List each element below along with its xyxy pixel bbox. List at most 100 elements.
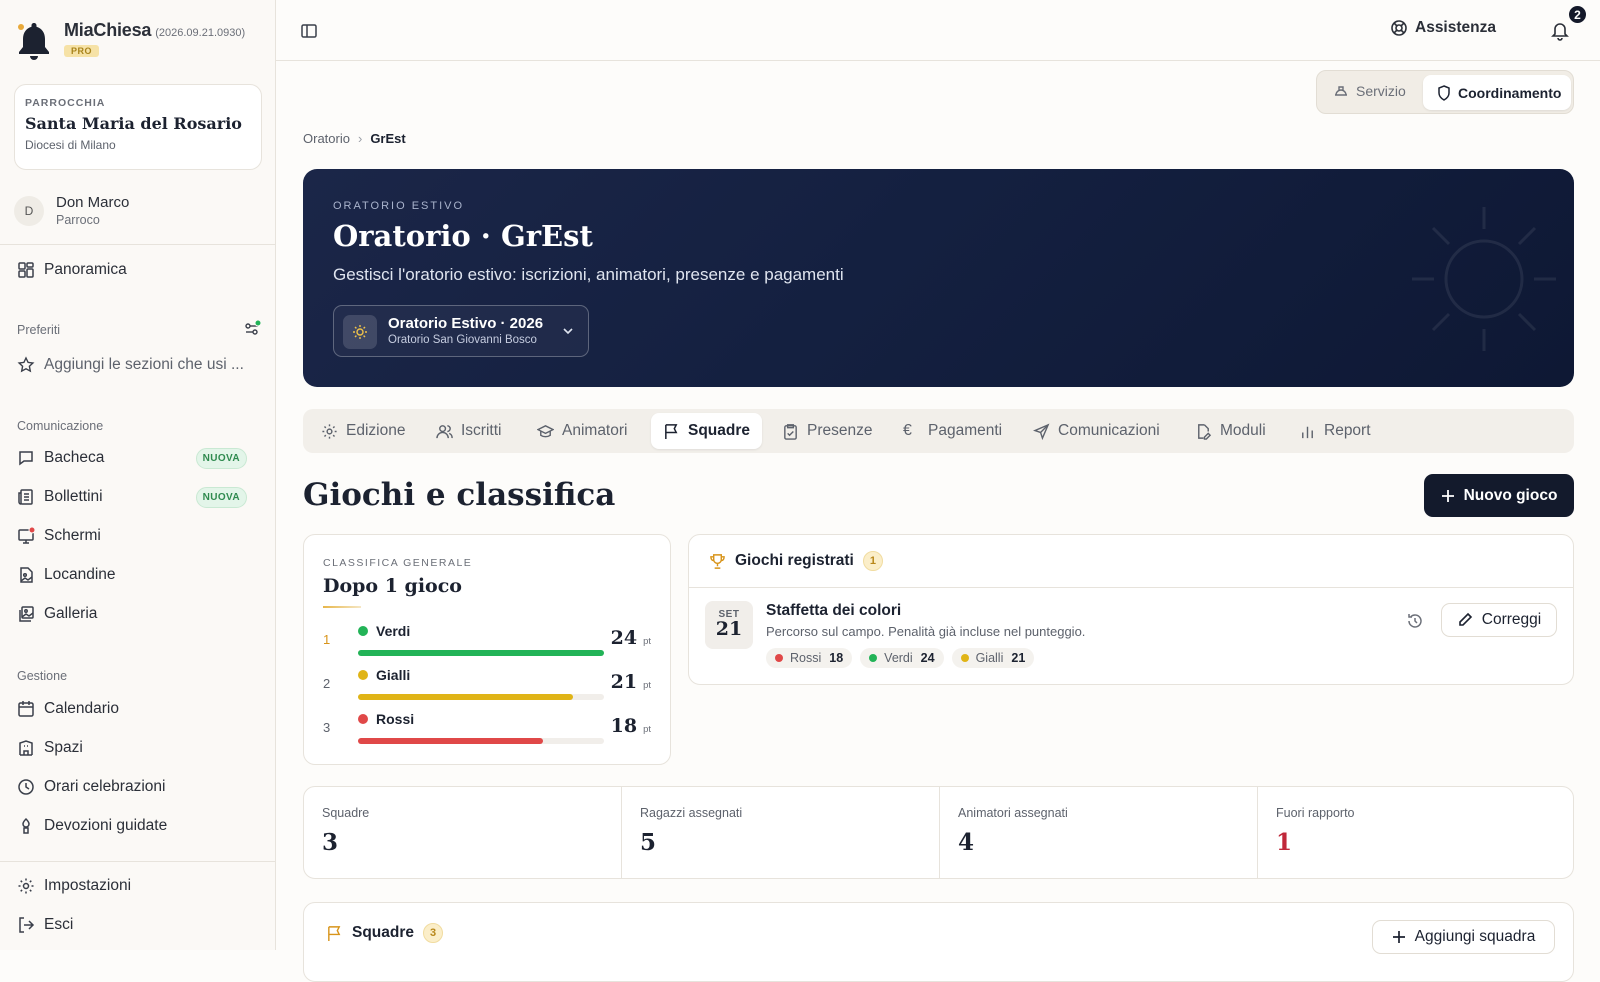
sidebar-item-bollettini[interactable]: Bollettini NUOVA (17, 486, 257, 508)
sidebar-item-label: Bacheca (44, 449, 105, 466)
edition-place: Oratorio San Giovanni Bosco (388, 334, 537, 346)
mode-service-button[interactable]: Servizio (1333, 83, 1406, 99)
tab-comunicazioni[interactable]: Comunicazioni (1021, 413, 1172, 449)
file-image-icon (17, 566, 35, 584)
user-profile[interactable]: D Don Marco Parroco (14, 194, 129, 227)
team-color-dot (358, 714, 368, 724)
trophy-icon (709, 553, 726, 570)
tab-report[interactable]: Report (1287, 413, 1383, 449)
games-count-badge: 1 (862, 551, 883, 571)
favorites-placeholder-text: Aggiungi le sezioni che usi ... (44, 356, 244, 373)
parish-name: Santa Maria del Rosario (25, 114, 242, 133)
mode-coordination-button[interactable]: Coordinamento (1423, 75, 1571, 110)
building-icon (17, 739, 35, 757)
sidebar-item-overview[interactable]: Panoramica (17, 261, 257, 279)
stat-fuori-rapporto: Fuori rapporto 1 (1258, 787, 1573, 878)
euro-icon: € (903, 422, 912, 439)
bar-chart-icon (1299, 423, 1316, 440)
calendar-icon (17, 700, 35, 718)
sidebar-item-esci[interactable]: Esci (17, 916, 257, 934)
new-game-button[interactable]: Nuovo gioco (1424, 474, 1574, 517)
points-value: 24 (610, 627, 638, 649)
sidebar-item-label: Bollettini (44, 488, 103, 505)
sidebar-item-calendario[interactable]: Calendario (17, 700, 257, 718)
topbar: Assistenza 2 (276, 0, 1600, 61)
candle-icon (17, 817, 35, 835)
sidebar-item-label: Spazi (44, 739, 83, 756)
sidebar-item-galleria[interactable]: Galleria (17, 605, 257, 623)
clock-icon (17, 778, 35, 796)
sidebar-item-locandine[interactable]: Locandine (17, 566, 257, 584)
stat-label: Squadre (322, 806, 370, 820)
hero-title: Oratorio · GrEst (333, 219, 593, 253)
manage-favorites-icon[interactable] (243, 320, 261, 338)
tab-squadre[interactable]: Squadre (651, 413, 763, 449)
help-button[interactable]: Assistenza (1390, 19, 1496, 37)
game-date: SET 21 (705, 601, 753, 649)
points-bar-fill (358, 694, 574, 700)
score-points: 24 (920, 651, 935, 665)
team-points: 24 pt (611, 627, 651, 649)
tab-label: Moduli (1220, 422, 1266, 439)
chevron-right-icon: › (357, 131, 363, 146)
score-team: Verdi (884, 651, 913, 665)
tab-presenze[interactable]: Presenze (770, 413, 884, 449)
file-edit-icon (1195, 423, 1212, 440)
logout-icon (17, 916, 35, 934)
tab-pagamenti[interactable]: € Pagamenti (891, 413, 1014, 449)
stat-animatori-assegnati: Animatori assegnati 4 (940, 787, 1258, 878)
newspaper-icon (17, 488, 35, 506)
points-value: 21 (610, 671, 638, 693)
send-icon (1033, 423, 1050, 440)
history-icon[interactable] (1406, 612, 1424, 630)
plus-icon (1441, 489, 1455, 503)
stat-value: 3 (322, 829, 339, 856)
parish-label: PARROCCHIA (25, 97, 106, 109)
points-bar-fill (358, 650, 604, 656)
images-icon (17, 605, 35, 623)
breadcrumb-current: GrEst (370, 131, 406, 146)
edit-game-button[interactable]: Correggi (1441, 603, 1557, 637)
tab-edizione[interactable]: Edizione (309, 413, 417, 449)
edition-selector[interactable]: Oratorio Estivo · 2026 Oratorio San Giov… (333, 305, 589, 357)
gear-icon (321, 423, 338, 440)
team-name: Verdi (358, 623, 410, 639)
sidebar-item-label: Impostazioni (44, 877, 132, 894)
favorites-placeholder[interactable]: Aggiungi le sezioni che usi ... (17, 356, 257, 374)
tab-moduli[interactable]: Moduli (1183, 413, 1278, 449)
sidebar-item-impostazioni[interactable]: Impostazioni (17, 877, 257, 895)
monitor-icon (17, 527, 35, 545)
team-color-dot (358, 626, 368, 636)
add-team-button[interactable]: Aggiungi squadra (1372, 920, 1555, 954)
parish-card[interactable]: PARROCCHIA Santa Maria del Rosario Dioce… (14, 84, 262, 170)
notifications-bell-icon[interactable] (1551, 21, 1569, 41)
tab-animatori[interactable]: Animatori (525, 413, 639, 449)
new-badge: NUOVA (195, 486, 247, 508)
points-unit: pt (643, 680, 651, 691)
breadcrumb-parent[interactable]: Oratorio (303, 131, 350, 146)
points-bar (358, 694, 604, 700)
team-color-dot (775, 654, 783, 662)
app-name: MiaChiesa (64, 20, 152, 40)
points-unit: pt (643, 636, 651, 647)
avatar: D (14, 195, 44, 226)
games-title: Giochi registrati (735, 552, 854, 569)
edition-title: Oratorio Estivo · 2026 (388, 315, 544, 332)
toggle-sidebar-icon[interactable] (300, 22, 318, 40)
tab-label: Comunicazioni (1058, 422, 1160, 439)
sidebar-item-devozioni[interactable]: Devozioni guidate (17, 817, 257, 835)
mode-service-label: Servizio (1356, 83, 1406, 99)
sidebar-item-bacheca[interactable]: Bacheca NUOVA (17, 447, 257, 469)
sidebar-item-spazi[interactable]: Spazi (17, 739, 257, 757)
user-role: Parroco (56, 213, 100, 227)
score-points: 21 (1011, 651, 1026, 665)
chevron-down-icon (562, 325, 574, 337)
title-underline (323, 606, 361, 608)
sidebar-item-orari[interactable]: Orari celebrazioni (17, 778, 257, 796)
section-title: Giochi e classifica (303, 477, 616, 513)
team-color-dot (869, 654, 878, 662)
stat-squadre: Squadre 3 (304, 787, 622, 878)
tab-iscritti[interactable]: Iscritti (424, 413, 513, 449)
sidebar-item-label: Calendario (44, 700, 119, 717)
sidebar-item-schermi[interactable]: Schermi (17, 527, 257, 545)
